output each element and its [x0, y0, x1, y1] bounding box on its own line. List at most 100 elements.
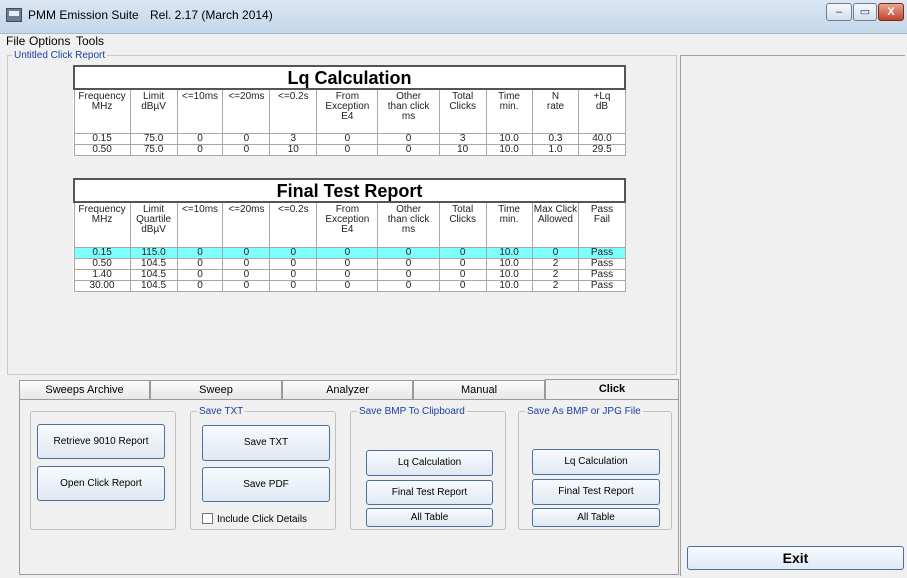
final-table-cell: 0	[377, 246, 440, 259]
final-table-cell: 0	[377, 268, 440, 281]
menu-options[interactable]: Options	[29, 34, 70, 48]
lq-table-cell: 29.5	[578, 143, 626, 156]
final-table-cell: Pass	[578, 257, 626, 270]
lq-table-row[interactable]: 0.50 75.0 0 0 10 0 0 10 10.0 1.0 29.5	[73, 143, 626, 156]
lq-table-cell: 10	[269, 143, 318, 156]
final-test-report-table: Final Test Report Frequency MHz Limit Qua…	[73, 178, 626, 292]
maximize-button[interactable]: ▭	[853, 3, 877, 21]
lq-table-cell: 10	[438, 143, 487, 156]
include-click-details-checkbox[interactable]: Include Click Details	[202, 513, 307, 526]
final-table-title: Final Test Report	[73, 178, 626, 203]
final-table-cell: 0.15	[73, 246, 131, 259]
lq-header-cell: Time min.	[485, 88, 533, 134]
final-table-cell: Pass	[578, 268, 626, 281]
final-table-cell: 0	[438, 268, 487, 281]
lq-header-cell: Limit dBµV	[129, 88, 178, 134]
file-group-label: Save As BMP or JPG File	[525, 406, 643, 417]
final-table-cell: 0	[269, 257, 318, 270]
final-header-cell: Pass Fail	[578, 201, 626, 248]
lq-table-cell: 3	[438, 132, 487, 145]
title-bar: PMM Emission Suite Rel. 2.17 (March 2014…	[0, 0, 907, 34]
final-table-row[interactable]: 1.40 104.5 0 0 0 0 0 0 10.0 2 Pass	[73, 268, 626, 281]
click-tab-panel: Retrieve 9010 Report Open Click Report S…	[19, 399, 679, 575]
final-table-cell: 0	[222, 279, 271, 292]
menu-bar: File Options Tools	[0, 34, 907, 48]
tab-sweeps-archive[interactable]: Sweeps Archive	[19, 380, 150, 400]
final-header-cell: Frequency MHz	[73, 201, 131, 248]
minimize-button[interactable]: –	[826, 3, 852, 21]
file-lq-calculation-button[interactable]: Lq Calculation	[532, 449, 660, 475]
lq-table-cell: 0	[316, 132, 379, 145]
lq-header-cell: <=10ms	[176, 88, 224, 134]
clipboard-group-label: Save BMP To Clipboard	[357, 406, 467, 417]
lq-header-cell: Total Clicks	[438, 88, 487, 134]
lq-table-cell: 10.0	[485, 132, 533, 145]
save-txt-group-label: Save TXT	[197, 406, 246, 417]
app-title: PMM Emission Suite	[28, 8, 139, 22]
lq-header-cell: From Exception E4	[316, 88, 379, 134]
final-table-row[interactable]: 30.00 104.5 0 0 0 0 0 0 10.0 2 Pass	[73, 279, 626, 292]
close-button[interactable]: X	[878, 3, 904, 21]
save-txt-button[interactable]: Save TXT	[202, 425, 330, 461]
final-table-row[interactable]: 0.15 115.0 0 0 0 0 0 0 10.0 0 Pass	[73, 246, 626, 259]
lq-table-cell: 0.50	[73, 143, 131, 156]
final-header-cell: Total Clicks	[438, 201, 487, 248]
clipboard-final-test-report-button[interactable]: Final Test Report	[366, 480, 493, 505]
exit-button[interactable]: Exit	[687, 546, 904, 570]
final-header-cell: <=0.2s	[269, 201, 318, 248]
final-table-row[interactable]: 0.50 104.5 0 0 0 0 0 0 10.0 2 Pass	[73, 257, 626, 270]
lq-table-cell: 75.0	[129, 143, 178, 156]
lq-table-cell: 0	[176, 143, 224, 156]
retrieve-9010-report-button[interactable]: Retrieve 9010 Report	[37, 424, 165, 459]
lq-header-cell: <=20ms	[222, 88, 271, 134]
lq-table-cell: 75.0	[129, 132, 178, 145]
checkbox-icon[interactable]	[202, 513, 213, 524]
include-click-details-label: Include Click Details	[217, 514, 308, 525]
final-table-cell: 0	[269, 246, 318, 259]
final-table-cell: 0	[176, 257, 224, 270]
final-table-cell: 0	[438, 246, 487, 259]
right-panel	[680, 55, 905, 576]
open-click-report-button[interactable]: Open Click Report	[37, 466, 165, 501]
final-header-cell: Other than click ms	[377, 201, 440, 248]
final-header-cell: From Exception E4	[316, 201, 379, 248]
final-table-cell: 0	[316, 279, 379, 292]
lq-table-cell: 3	[269, 132, 318, 145]
lq-table-cell: 1.0	[531, 143, 580, 156]
app-icon	[6, 8, 22, 22]
final-table-cell: 0	[316, 268, 379, 281]
file-all-table-button[interactable]: All Table	[532, 508, 660, 527]
tab-analyzer[interactable]: Analyzer	[282, 380, 413, 400]
lq-table-cell: 10.0	[485, 143, 533, 156]
lq-header-cell: Other than click ms	[377, 88, 440, 134]
final-table-cell: 0	[438, 279, 487, 292]
tab-sweep[interactable]: Sweep	[150, 380, 282, 400]
lq-table-title: Lq Calculation	[73, 65, 626, 90]
final-header-cell: Time min.	[485, 201, 533, 248]
save-pdf-button[interactable]: Save PDF	[202, 467, 330, 502]
lq-table-cell: 0	[377, 143, 440, 156]
final-table-cell: 2	[531, 279, 580, 292]
final-table-cell: 0	[176, 268, 224, 281]
final-table-cell: 0	[316, 246, 379, 259]
lq-header-cell: N rate	[531, 88, 580, 134]
tab-click[interactable]: Click	[545, 379, 679, 401]
clipboard-all-table-button[interactable]: All Table	[366, 508, 493, 527]
final-table-cell: 0	[316, 257, 379, 270]
menu-file[interactable]: File	[6, 34, 25, 48]
clipboard-lq-calculation-button[interactable]: Lq Calculation	[366, 450, 493, 476]
final-table-cell: 0	[377, 257, 440, 270]
lq-table-cell: 0	[176, 132, 224, 145]
final-table-cell: 2	[531, 257, 580, 270]
tab-strip: Sweeps Archive Sweep Analyzer Manual Cli…	[19, 379, 679, 401]
final-table-cell: 10.0	[485, 279, 533, 292]
file-final-test-report-button[interactable]: Final Test Report	[532, 479, 660, 505]
final-table-cell: 0	[377, 279, 440, 292]
final-table-cell: 0	[438, 257, 487, 270]
report-group-label: Untitled Click Report	[12, 50, 108, 61]
tab-manual[interactable]: Manual	[413, 380, 545, 400]
lq-table-row[interactable]: 0.15 75.0 0 0 3 0 0 3 10.0 0.3 40.0	[73, 132, 626, 145]
menu-tools[interactable]: Tools	[76, 34, 104, 48]
final-table-cell: 115.0	[129, 246, 178, 259]
final-table-cell: 1.40	[73, 268, 131, 281]
